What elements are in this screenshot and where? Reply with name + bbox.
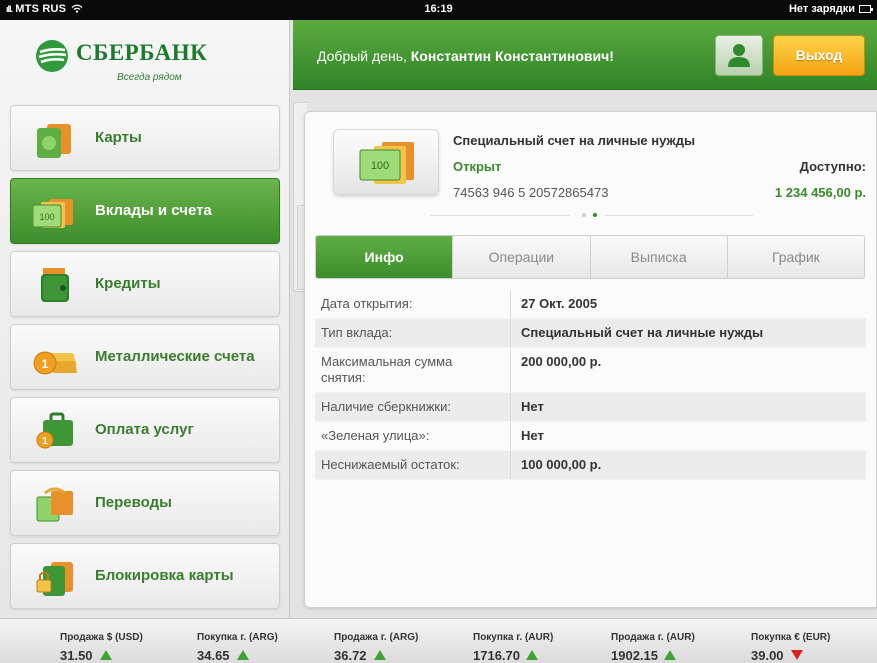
row-key: Наличие сберкнижки: [315,393,511,421]
ticker-value: 39.00 [751,648,784,663]
ticker-label: Продажа г. (ARG) [334,632,419,643]
svg-text:1: 1 [42,436,48,447]
divider [430,215,570,216]
page-indicator[interactable] [305,210,876,220]
ticker-value: 34.65 [197,648,230,663]
table-row: Неснижаемый остаток: 100 000,00 р. [315,451,866,480]
account-number: 74563 946 5 20572865473 [453,185,609,200]
gold-icon: 1 [33,351,77,375]
available-balance: 1 234 456,00 р. [774,185,866,200]
page-dot-active [593,213,597,217]
table-row: «Зеленая улица»: Нет [315,422,866,451]
tab-operations[interactable]: Операции [452,236,589,278]
greeting-prefix: Добрый день, [317,48,407,64]
menu-item-label: Переводы [95,494,172,511]
account-status: Открыт [453,159,502,174]
account-image: 100 [333,129,439,195]
ticker-value: 36.72 [334,648,367,663]
ticker-value: 1716.70 [473,648,520,663]
ticker-value: 31.50 [60,648,93,663]
wallet-icon [41,268,69,302]
ticker-label: Покупка г. (AUR) [473,632,554,643]
page-dot [582,213,586,217]
battery-status: Нет зарядки [788,3,873,15]
ticker-label: Покупка € (EUR) [751,632,831,643]
tab-statement[interactable]: Выписка [589,236,727,278]
ticker-label: Покупка г. (ARG) [197,632,278,643]
row-value: Нет [521,399,544,414]
tab-schedule[interactable]: График [726,236,864,278]
row-key: «Зеленая улица»: [315,422,511,450]
ticker-label: Продажа г. (AUR) [611,632,695,643]
svg-text:1: 1 [42,357,49,371]
available-label: Доступно: [799,159,866,174]
ticker-label: Продажа $ (USD) [60,632,143,643]
sberbank-logo-icon [36,40,68,72]
user-icon [728,44,750,67]
money-icon: 100 [33,199,73,228]
money-icon: 100 [359,142,414,184]
battery-icon [859,5,873,13]
info-table: Дата открытия: 27 Окт. 2005 Тип вклада: … [315,290,866,480]
arrow-down-icon [791,650,803,660]
lock-icon [36,562,73,596]
menu-item-label: Карты [95,129,142,146]
menu-item-deposits[interactable]: 100 Вклады и счета [10,178,280,244]
clock: 16:19 [424,3,453,15]
row-key: Дата открытия: [315,290,511,318]
account-card: 100 Специальный счет на личные нужды Отк… [304,111,877,608]
arrow-up-icon [664,650,676,660]
svg-text:100: 100 [39,212,54,222]
tab-info[interactable]: Инфо [316,236,453,278]
arrow-up-icon [237,650,249,660]
user-name: Константин Константинович! [410,48,614,64]
main-menu: Карты 100 Вклады и счета Кредиты 1 Метал… [10,105,280,616]
menu-item-transfers[interactable]: Переводы [10,470,280,536]
divider [605,215,753,216]
ticker-value: 1902.15 [611,648,658,663]
briefcase-icon: 1 [36,412,73,449]
table-row: Дата открытия: 27 Окт. 2005 [315,290,866,319]
arrow-up-icon [100,650,112,660]
exit-button[interactable]: Выход [773,35,865,76]
transfer-icon [36,487,73,522]
menu-item-label: Блокировка карты [95,567,234,584]
tab-bar: Инфо Операции Выписка График [315,235,865,279]
menu-item-label: Оплата услуг [95,421,194,438]
menu-item-label: Металлические счета [95,348,255,365]
menu-item-metal-accounts[interactable]: 1 Металлические счета [10,324,280,390]
menu-item-payments[interactable]: 1 Оплата услуг [10,397,280,463]
menu-item-label: Вклады и счета [95,202,212,219]
status-bar: ıll. MTS RUS 16:19 Нет зарядки [0,0,877,20]
table-row: Максимальная сумма снятия: 200 000,00 р. [315,348,866,393]
row-value: 100 000,00 р. [521,457,602,472]
menu-item-credits[interactable]: Кредиты [10,251,280,317]
brand-name: СБЕРБАНК [76,40,208,65]
menu-item-label: Кредиты [95,275,161,292]
left-panel: СБЕРБАНК Всегда рядом Карты 100 Вклады и… [0,20,290,618]
battery-label: Нет зарядки [788,3,855,15]
table-row: Наличие сберкнижки: Нет [315,393,866,422]
brand-tagline: Всегда рядом [117,72,182,83]
arrow-up-icon [526,650,538,660]
card-icon [37,124,71,158]
profile-button[interactable] [715,35,763,76]
greeting: Добрый день, Константин Константинович! [317,48,614,64]
row-key: Максимальная сумма снятия: [315,348,511,392]
table-row: Тип вклада: Специальный счет на личные н… [315,319,866,348]
account-title: Специальный счет на личные нужды [453,133,696,148]
arrow-up-icon [374,650,386,660]
svg-text:100: 100 [371,160,389,172]
currency-ticker: Продажа $ (USD) 31.50 Покупка г. (ARG) 3… [0,618,877,663]
menu-item-cards[interactable]: Карты [10,105,280,171]
row-value: 27 Окт. 2005 [521,296,598,311]
row-value: Специальный счет на личные нужды [521,325,764,340]
row-key: Неснижаемый остаток: [315,451,511,479]
sberbank-logo[interactable]: СБЕРБАНК Всегда рядом [0,20,290,102]
header-bar: Добрый день, Константин Константинович! … [293,20,877,90]
row-value: Нет [521,428,544,443]
menu-item-card-block[interactable]: Блокировка карты [10,543,280,609]
row-value: 200 000,00 р. [521,354,602,369]
row-key: Тип вклада: [315,319,511,347]
